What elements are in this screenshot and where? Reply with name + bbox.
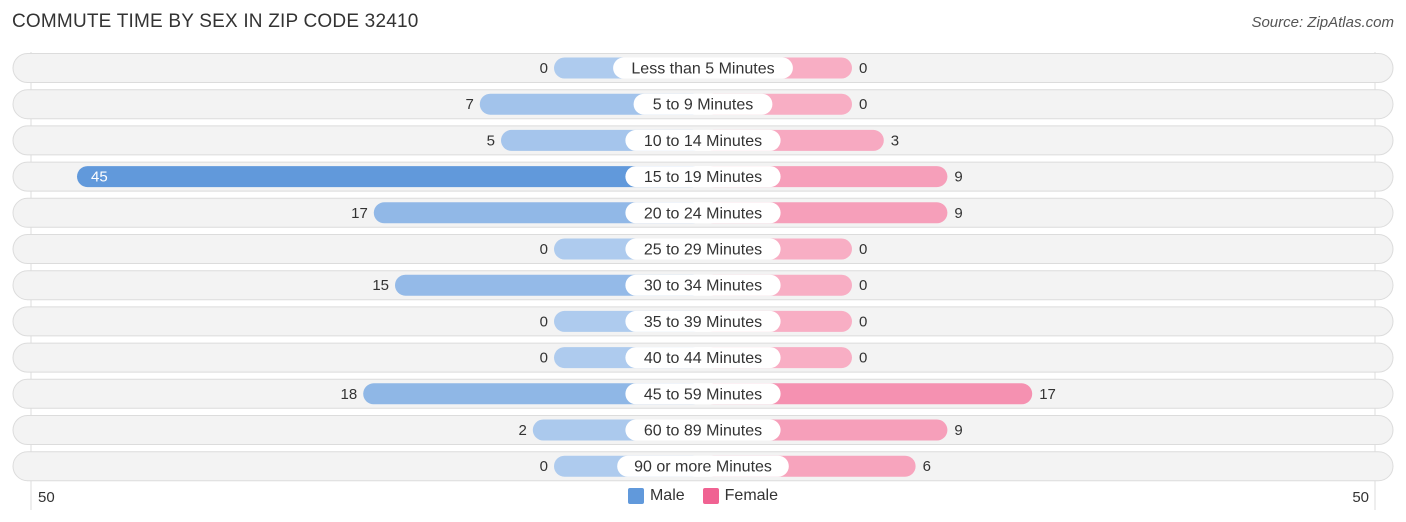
value-label-male: 45 — [91, 169, 108, 186]
value-label-male: 0 — [540, 458, 548, 475]
category-label: 30 to 34 Minutes — [644, 278, 762, 295]
value-label-female: 6 — [923, 458, 931, 475]
legend: Male Female — [0, 487, 1406, 505]
legend-label-male: Male — [649, 487, 685, 504]
legend-label-female: Female — [724, 487, 779, 504]
value-label-female: 17 — [1039, 386, 1056, 403]
value-label-female: 9 — [954, 422, 962, 439]
value-label-male: 5 — [487, 132, 495, 149]
value-label-female: 0 — [859, 277, 867, 294]
category-label: 90 or more Minutes — [634, 459, 772, 476]
value-label-male: 2 — [518, 422, 526, 439]
value-label-female: 9 — [954, 205, 962, 222]
value-label-female: 0 — [859, 313, 867, 330]
value-label-male: 7 — [465, 96, 473, 113]
category-label: 5 to 9 Minutes — [653, 97, 754, 114]
category-label: 25 to 29 Minutes — [644, 242, 762, 259]
value-label-female: 0 — [859, 241, 867, 258]
value-label-male: 0 — [540, 241, 548, 258]
category-label: 45 to 59 Minutes — [644, 386, 762, 403]
value-label-male: 0 — [540, 313, 548, 330]
value-label-female: 9 — [954, 169, 962, 186]
legend-item-male: Male — [627, 487, 685, 505]
value-label-female: 0 — [859, 96, 867, 113]
value-label-female: 3 — [891, 132, 899, 149]
value-label-male: 17 — [351, 205, 368, 222]
legend-swatch-male — [627, 488, 644, 504]
legend-swatch-female — [702, 488, 719, 504]
category-label: 10 to 14 Minutes — [644, 133, 762, 150]
category-label: 60 to 89 Minutes — [644, 423, 762, 440]
value-label-male: 0 — [540, 350, 548, 367]
value-label-male: 0 — [540, 60, 548, 77]
category-label: 15 to 19 Minutes — [644, 169, 762, 186]
category-label: 35 to 39 Minutes — [644, 314, 762, 331]
chart-area: Less than 5 Minutes 0 0 5 to 9 Minutes 7 0 10 … — [12, 52, 1394, 510]
value-label-female: 0 — [859, 60, 867, 77]
value-label-male: 18 — [341, 386, 358, 403]
category-label: 20 to 24 Minutes — [644, 205, 762, 222]
bar-male — [77, 166, 703, 188]
category-label: Less than 5 Minutes — [631, 61, 774, 78]
category-label: 40 to 44 Minutes — [644, 350, 762, 367]
value-label-male: 15 — [372, 277, 389, 294]
legend-item-female: Female — [702, 487, 779, 505]
value-label-female: 0 — [859, 350, 867, 367]
